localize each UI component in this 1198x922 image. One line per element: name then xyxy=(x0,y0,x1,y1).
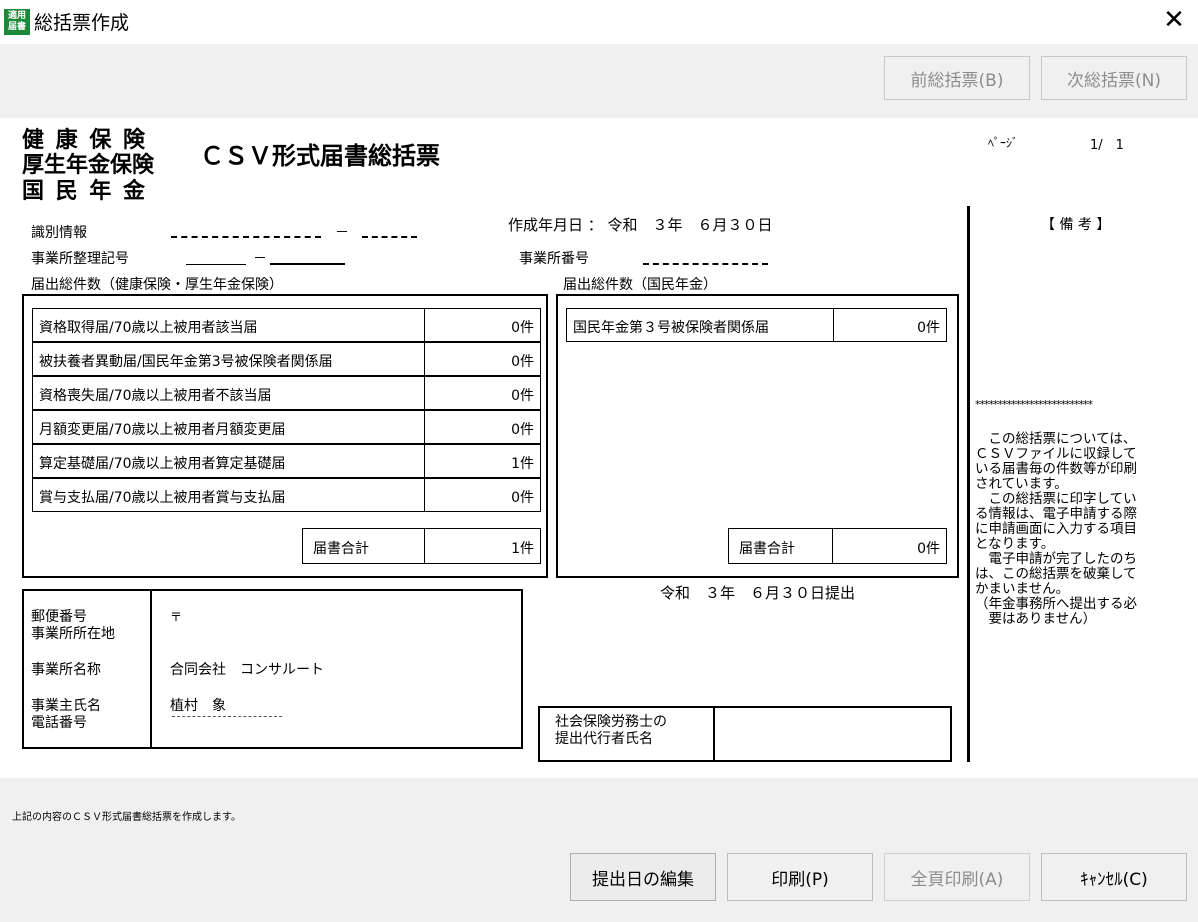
row-label: 賞与支払届/70歳以上被用者賞与支払届 xyxy=(39,490,286,506)
office-code-line xyxy=(186,264,246,265)
insurance-type-3: 国 民 年 金 xyxy=(22,179,147,204)
print-button[interactable]: 印刷(P) xyxy=(727,853,873,901)
remarks-line: 電子申請が完了したのち xyxy=(975,551,1137,567)
remarks-line: 要はありません） xyxy=(975,611,1097,627)
owner-value: 植村 象 xyxy=(170,698,226,714)
row-label: 資格喪失届/70歳以上被用者不該当届 xyxy=(39,388,272,404)
submit-date: 令和 ３年 ６月３０日提出 xyxy=(660,584,856,602)
address-label: 事業所所在地 xyxy=(31,626,115,642)
phone-label: 電話番号 xyxy=(31,715,87,731)
remarks-line: かまいません。 xyxy=(975,581,1070,597)
remarks-line: されています。 xyxy=(975,476,1068,492)
row-count: 0件 xyxy=(511,422,534,438)
id-value-redacted-2 xyxy=(362,236,417,238)
document-title: ＣＳＶ形式届書総括票 xyxy=(200,142,440,170)
remarks-line: この総括票については、 xyxy=(975,431,1137,447)
remarks-line: ＣＳＶファイルに収録して xyxy=(975,446,1137,462)
total-label: 届書合計 xyxy=(739,541,795,557)
table-row: 資格喪失届/70歳以上被用者不該当届 0件 xyxy=(32,376,541,410)
row-label: 被扶養者異動届/国民年金第3号被保険者関係届 xyxy=(39,354,333,370)
row-label: 資格取得届/70歳以上被用者該当届 xyxy=(39,320,258,336)
created-date: 作成年月日 ： 令和 ３年 ６月３０日 xyxy=(508,216,773,234)
close-button[interactable]: ✕ xyxy=(1150,0,1198,40)
id-separator: － xyxy=(335,225,349,241)
remarks-line: は、この総括票を破棄して xyxy=(975,566,1137,582)
remarks-line: に申請画面に入力する項目 xyxy=(975,521,1137,537)
table-row: 月額変更届/70歳以上被用者月額変更届 0件 xyxy=(32,410,541,444)
remarks-text: この総括票については、 ＣＳＶファイルに収録して いる届書毎の件数等が印刷 され… xyxy=(975,432,1195,627)
cancel-button[interactable]: ｷｬﾝｾﾙ(C) xyxy=(1041,853,1187,901)
remarks-line: いる届書毎の件数等が印刷 xyxy=(975,461,1137,477)
kokumin-header: 届出総件数（国民年金） xyxy=(563,277,717,293)
agent-label-2: 提出代行者氏名 xyxy=(555,731,653,747)
row-count: 0件 xyxy=(917,320,940,336)
kokumin-total-row: 届書合計 0件 xyxy=(728,528,947,564)
prev-summary-button[interactable]: 前総括票(B) xyxy=(884,56,1030,100)
remarks-stars: ************************** xyxy=(975,398,1093,411)
remarks-header: 【 備 考 】 xyxy=(1041,217,1111,233)
footer: 上記の内容のＣＳＶ形式届書総括票を作成します。 提出日の編集 印刷(P) 全頁印… xyxy=(0,778,1198,922)
title-bar: 適用 届書 総括票作成 ✕ xyxy=(0,0,1198,44)
table-row: 算定基礎届/70歳以上被用者算定基礎届 1件 xyxy=(32,444,541,478)
agent-divider xyxy=(713,707,715,760)
phone-value-redacted xyxy=(172,716,282,717)
row-count: 0件 xyxy=(511,320,534,336)
print-all-button[interactable]: 全頁印刷(A) xyxy=(884,853,1030,901)
postal-value: 〒 xyxy=(170,610,183,624)
total-label: 届書合計 xyxy=(313,541,369,557)
row-count: 0件 xyxy=(511,388,534,404)
app-icon: 適用 届書 xyxy=(4,9,30,35)
table-row: 被扶養者異動届/国民年金第3号被保険者関係届 0件 xyxy=(32,342,541,376)
row-label: 国民年金第３号被保険者関係届 xyxy=(573,320,769,336)
page-number: 1/ 1 xyxy=(1090,138,1124,153)
remarks-line: （年金事務所へ提出する必 xyxy=(975,596,1137,612)
table-row: 資格取得届/70歳以上被用者該当届 0件 xyxy=(32,308,541,342)
office-code-separator: － xyxy=(253,251,267,267)
next-summary-button[interactable]: 次総括票(N) xyxy=(1041,56,1187,100)
row-count: 0件 xyxy=(511,354,534,370)
table-row: 賞与支払届/70歳以上被用者賞与支払届 0件 xyxy=(32,478,541,512)
office-number-value-redacted xyxy=(643,263,768,265)
kenpo-header: 届出総件数（健康保険・厚生年金保険） xyxy=(31,277,283,293)
total-value: 0件 xyxy=(917,541,940,557)
toolbar: 前総括票(B) 次総括票(N) xyxy=(0,44,1198,118)
remarks-divider xyxy=(967,206,970,762)
table-row: 国民年金第３号被保険者関係届 0件 xyxy=(566,308,947,342)
row-count: 0件 xyxy=(511,490,534,506)
id-value-redacted xyxy=(171,236,321,238)
office-code-label: 事業所整理記号 xyxy=(31,251,129,267)
office-name-label: 事業所名称 xyxy=(31,662,101,678)
remarks-line: この総括票に印字してい xyxy=(975,491,1137,507)
office-name-value: 合同会社 コンサルート xyxy=(170,662,324,678)
remarks-line: となります。 xyxy=(975,536,1055,552)
kenpo-total-row: 届書合計 1件 xyxy=(302,528,541,564)
status-message: 上記の内容のＣＳＶ形式届書総括票を作成します。 xyxy=(12,812,241,823)
office-number-label: 事業所番号 xyxy=(519,251,589,267)
page-label: ﾍﾟｰｼﾞ xyxy=(988,136,1019,150)
row-count: 1件 xyxy=(511,456,534,472)
edit-submit-date-button[interactable]: 提出日の編集 xyxy=(570,853,716,901)
office-info-divider xyxy=(150,590,152,747)
office-code-value-redacted xyxy=(270,263,345,265)
total-value: 1件 xyxy=(511,541,534,557)
row-label: 算定基礎届/70歳以上被用者算定基礎届 xyxy=(39,456,286,472)
id-label: 識別情報 xyxy=(31,225,87,241)
window-title: 総括票作成 xyxy=(34,12,130,34)
summary-sheet: 健 康 保 険 厚生年金保険 国 民 年 金 ＣＳＶ形式届書総括票 ﾍﾟｰｼﾞ … xyxy=(5,118,1198,778)
remarks-line: る情報は、電子申請する際 xyxy=(975,506,1137,522)
row-label: 月額変更届/70歳以上被用者月額変更届 xyxy=(39,422,286,438)
